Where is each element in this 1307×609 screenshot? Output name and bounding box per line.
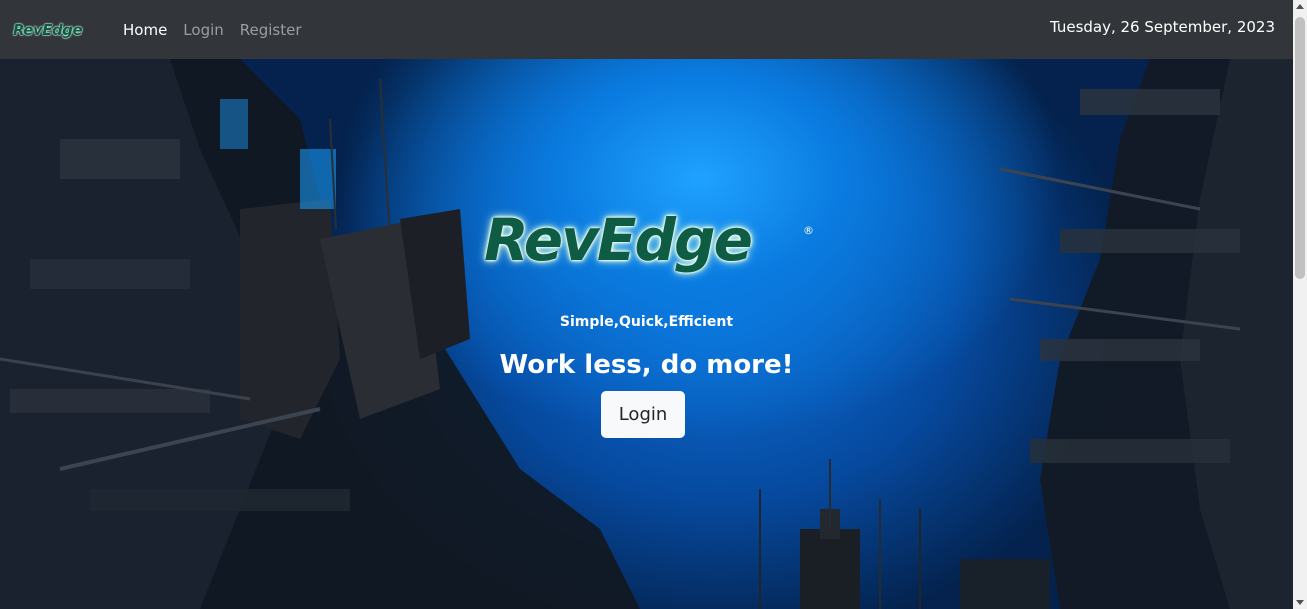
scrollbar-thumb[interactable] <box>1295 17 1305 279</box>
brand-logo[interactable]: RevEdge <box>13 17 97 43</box>
scroll-up-arrow-icon[interactable] <box>1296 4 1304 9</box>
nav-link-register[interactable]: Register <box>240 21 302 39</box>
nav-links: Home Login Register <box>123 21 318 39</box>
nav-link-home[interactable]: Home <box>123 21 167 39</box>
vertical-scrollbar[interactable] <box>1293 0 1307 609</box>
hero-headline: Work less, do more! <box>499 350 794 380</box>
top-navbar: RevEdge Home Login Register Tuesday, 26 … <box>0 0 1293 59</box>
hero-section: RevEdge <box>0 59 1293 609</box>
nav-link-login[interactable]: Login <box>183 21 223 39</box>
hero-background-image <box>0 59 1293 609</box>
hero-logo-text: RevEdge <box>484 206 753 274</box>
hero-logo: RevEdge <box>484 206 804 282</box>
current-date: Tuesday, 26 September, 2023 <box>1049 18 1275 36</box>
hero-login-button[interactable]: Login <box>601 391 685 438</box>
scroll-down-arrow-icon[interactable] <box>1296 600 1304 605</box>
registered-trademark: ® <box>803 224 814 237</box>
hero-tagline: Simple,Quick,Efficient <box>559 314 734 330</box>
